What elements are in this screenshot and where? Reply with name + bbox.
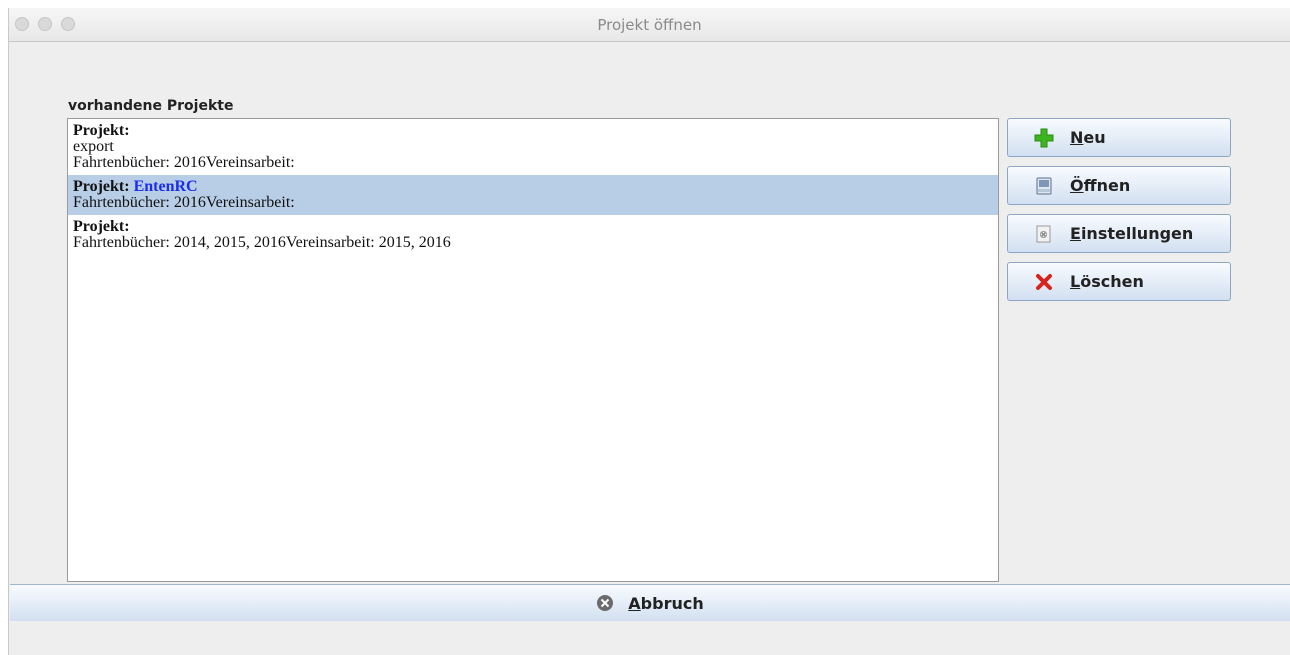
list-item[interactable]: Projekt: EntenRC Fahrtenbücher: 2016Vere… [68,175,998,215]
project-label: Projekt: [73,218,130,235]
delete-button-label: öschen [1080,272,1144,291]
delete-button[interactable]: Löschen [1007,262,1231,301]
delete-x-icon [1034,272,1054,292]
new-button-label: eu [1083,128,1106,147]
list-item[interactable]: Projekt: export Fahrtenbücher: 2016Verei… [68,119,998,175]
plus-icon [1034,128,1054,148]
new-button[interactable]: Neu [1007,118,1231,157]
settings-button-label: instellungen [1080,224,1194,243]
project-label: Projekt: [73,178,130,195]
settings-button[interactable]: Einstellungen [1007,214,1231,253]
settings-icon [1034,224,1054,244]
project-list-label: vorhandene Projekte [68,98,234,114]
project-detail: Fahrtenbücher: 2016Vereinsarbeit: [73,194,295,211]
cancel-button[interactable]: Abbruch [10,584,1290,621]
dialog-window: Projekt öffnen vorhandene Projekte Proje… [8,8,1290,655]
list-item[interactable]: Projekt: Fahrtenbücher: 2014, 2015, 2016… [68,215,998,255]
project-detail: export [73,138,114,155]
new-button-mnemonic: N [1070,128,1084,147]
project-label: Projekt: [73,122,130,139]
cancel-button-label: bbruch [640,593,704,613]
project-name: EntenRC [133,178,198,195]
delete-button-mnemonic: L [1070,272,1081,291]
project-detail: Fahrtenbücher: 2014, 2015, 2016Vereinsar… [73,234,451,251]
cancel-icon [596,594,614,612]
dialog-content: vorhandene Projekte Projekt: export Fahr… [10,42,1290,618]
folder-icon [1034,176,1054,196]
open-button-label: ffnen [1083,176,1131,195]
project-detail: Fahrtenbücher: 2016Vereinsarbeit: [73,154,295,171]
settings-button-mnemonic: E [1070,224,1081,243]
title-bar: Projekt öffnen [9,8,1290,42]
project-list[interactable]: Projekt: export Fahrtenbücher: 2016Verei… [67,118,999,582]
open-button-mnemonic: Ö [1070,176,1084,195]
cancel-button-mnemonic: A [628,593,641,613]
window-title: Projekt öffnen [597,16,702,34]
open-button[interactable]: Öffnen [1007,166,1231,205]
